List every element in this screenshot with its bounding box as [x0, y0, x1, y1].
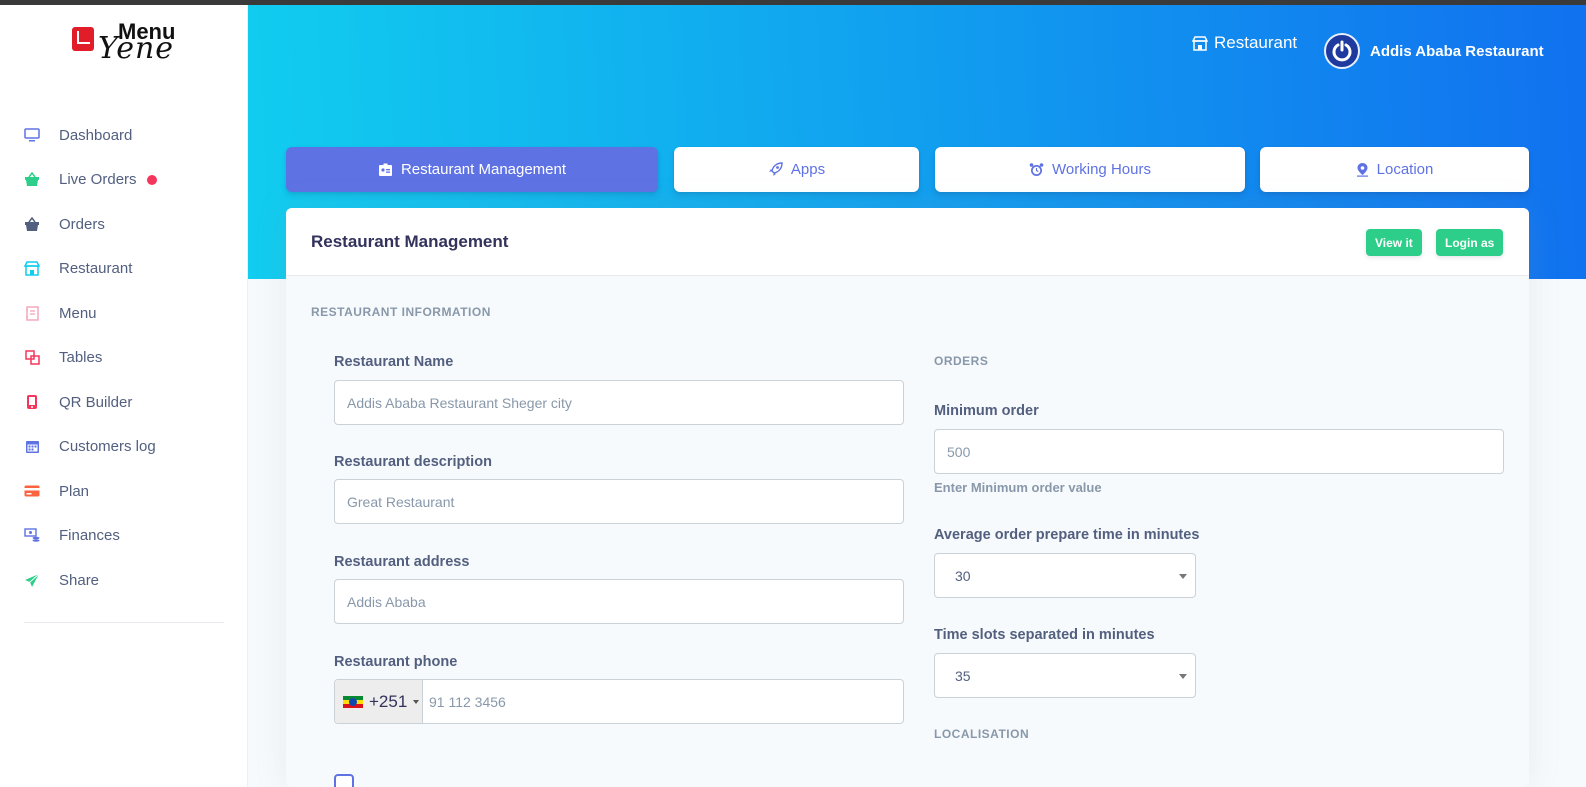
restaurant-name-label: Restaurant Name — [334, 354, 454, 370]
logo-text-bottom: Yene — [98, 31, 175, 66]
restaurant-name-input[interactable]: Addis Ababa Restaurant Sheger city — [334, 380, 904, 425]
sidebar-item-label: Live Orders — [59, 171, 137, 189]
sidebar-item-share[interactable]: Share — [0, 558, 248, 603]
basket-icon — [24, 216, 40, 232]
sidebar-item-label: Orders — [59, 215, 105, 233]
sidebar-item-label: Finances — [59, 527, 120, 545]
card-title: Restaurant Management — [311, 232, 509, 251]
time-slots-label: Time slots separated in minutes — [934, 627, 1155, 643]
view-it-button[interactable]: View it — [1366, 229, 1422, 256]
sidebar-item-tables[interactable]: Tables — [0, 336, 248, 381]
send-icon — [24, 572, 40, 588]
header-restaurant-label: Restaurant — [1214, 33, 1298, 52]
ethiopia-flag-icon — [343, 695, 363, 708]
sidebar-item-label: Restaurant — [59, 260, 133, 278]
tab-restaurant-management[interactable]: Restaurant Management — [286, 147, 658, 192]
tab-label: Location — [1376, 161, 1434, 178]
restaurant-address-label: Restaurant address — [334, 554, 470, 570]
credit-card-icon — [24, 483, 40, 499]
minimum-order-label: Minimum order — [934, 403, 1039, 419]
country-code-dropdown[interactable]: +251 — [335, 680, 423, 723]
restaurant-description-input[interactable]: Great Restaurant — [334, 479, 904, 524]
tab-working-hours[interactable]: Working Hours — [935, 147, 1245, 192]
map-pin-icon — [1356, 162, 1369, 177]
chevron-down-icon — [413, 699, 420, 704]
mobile-icon — [24, 394, 40, 410]
restaurant-description-label: Restaurant description — [334, 454, 492, 470]
sidebar-item-label: Tables — [59, 349, 103, 367]
section-heading-restaurant-information: RESTAURANT INFORMATION — [311, 305, 491, 319]
sidebar: Menu Yene Dashboard Live Orders Orders R… — [0, 5, 248, 787]
tables-icon — [24, 350, 40, 366]
tab-location[interactable]: Location — [1260, 147, 1529, 192]
header-user-name: Addis Ababa Restaurant — [1370, 42, 1544, 60]
header-restaurant-link[interactable]: Restaurant — [1192, 33, 1297, 53]
badge-icon — [378, 163, 393, 177]
chevron-down-icon — [1179, 574, 1187, 579]
monitor-icon — [24, 127, 40, 143]
restaurant-description-value: Great Restaurant — [347, 493, 455, 510]
sidebar-item-label: QR Builder — [59, 393, 133, 411]
restaurant-management-card: Restaurant Management View it Login as R… — [286, 208, 1529, 787]
tab-label: Working Hours — [1052, 161, 1151, 178]
sidebar-item-qr-builder[interactable]: QR Builder — [0, 380, 248, 425]
sidebar-item-finances[interactable]: Finances — [0, 514, 248, 559]
time-slots-select[interactable]: 35 — [934, 653, 1196, 698]
brand-logo[interactable]: Menu Yene — [72, 19, 182, 66]
shop-icon — [24, 261, 40, 277]
restaurant-address-input[interactable]: Addis Ababa — [334, 579, 904, 624]
restaurant-phone-field: +251 91 112 3456 — [334, 679, 904, 724]
prepare-time-value: 30 — [955, 567, 971, 584]
card-header: Restaurant Management View it Login as — [286, 208, 1529, 276]
window-top-strip — [0, 0, 1586, 5]
logo-mark-icon — [72, 27, 94, 51]
basket-icon — [24, 172, 40, 188]
restaurant-phone-input[interactable]: 91 112 3456 — [429, 694, 506, 710]
minimum-order-value: 500 — [947, 443, 971, 460]
sidebar-item-label: Customers log — [59, 438, 156, 456]
prepare-time-label: Average order prepare time in minutes — [934, 527, 1200, 543]
login-as-button[interactable]: Login as — [1436, 229, 1504, 256]
checkbox[interactable] — [334, 774, 354, 787]
sidebar-item-orders[interactable]: Orders — [0, 202, 248, 247]
sidebar-item-label: Plan — [59, 482, 90, 500]
sidebar-item-label: Dashboard — [59, 126, 133, 144]
tab-apps[interactable]: Apps — [674, 147, 919, 192]
tab-label: Apps — [790, 161, 826, 178]
restaurant-address-value: Addis Ababa — [347, 593, 426, 610]
shop-icon — [1192, 35, 1208, 51]
power-icon — [1332, 40, 1352, 62]
restaurant-phone-label: Restaurant phone — [334, 654, 458, 670]
sidebar-item-plan[interactable]: Plan — [0, 469, 248, 514]
money-icon — [24, 528, 40, 544]
sidebar-item-dashboard[interactable]: Dashboard — [0, 113, 248, 158]
sidebar-item-menu[interactable]: Menu — [0, 291, 248, 336]
header-user-menu[interactable]: Addis Ababa Restaurant — [1324, 33, 1544, 69]
section-heading-localisation: LOCALISATION — [934, 727, 1030, 741]
sidebar-item-customers-log[interactable]: Customers log — [0, 425, 248, 470]
tab-label: Restaurant Management — [400, 161, 567, 178]
alarm-clock-icon — [1029, 162, 1044, 177]
rocket-icon — [768, 162, 783, 177]
section-heading-orders: ORDERS — [934, 354, 989, 368]
sidebar-item-restaurant[interactable]: Restaurant — [0, 247, 248, 292]
prepare-time-select[interactable]: 30 — [934, 553, 1196, 598]
country-code: +251 — [369, 691, 408, 711]
sidebar-item-label: Menu — [59, 304, 97, 322]
book-icon — [24, 305, 40, 321]
time-slots-value: 35 — [955, 667, 971, 684]
notification-dot — [146, 174, 157, 185]
minimum-order-help: Enter Minimum order value — [934, 480, 1102, 495]
sidebar-item-label: Share — [59, 571, 100, 589]
chevron-down-icon — [1179, 674, 1187, 679]
sidebar-divider — [24, 622, 224, 623]
sidebar-nav: Dashboard Live Orders Orders Restaurant — [0, 113, 248, 603]
minimum-order-input[interactable]: 500 — [934, 429, 1504, 474]
calendar-icon — [24, 439, 40, 455]
restaurant-name-value: Addis Ababa Restaurant Sheger city — [347, 394, 572, 411]
avatar — [1324, 33, 1360, 69]
sidebar-item-live-orders[interactable]: Live Orders — [0, 158, 248, 203]
